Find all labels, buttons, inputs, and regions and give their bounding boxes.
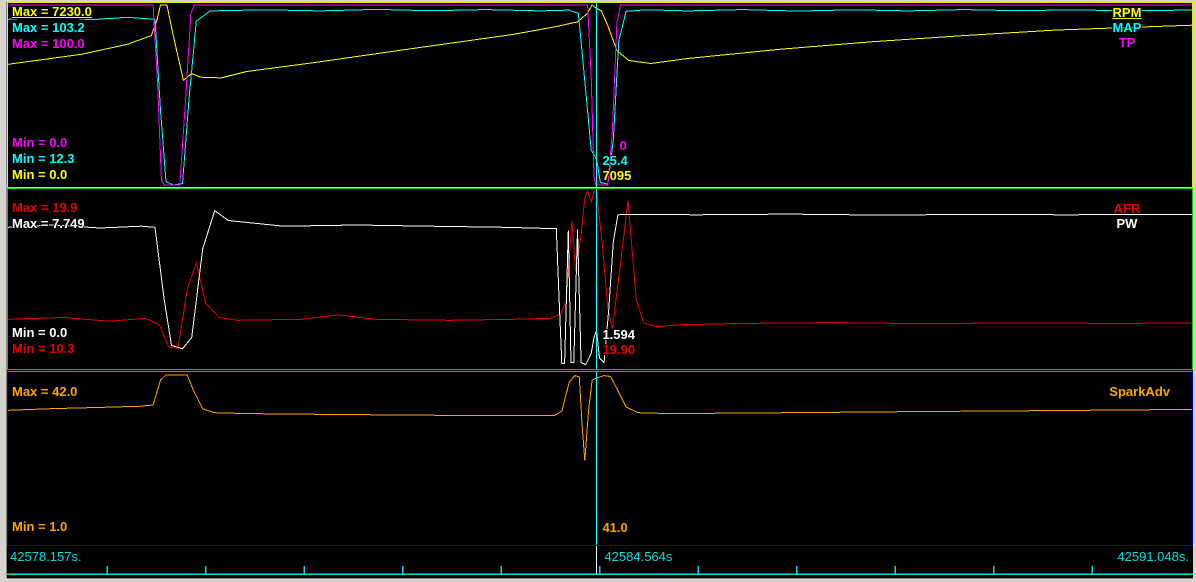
fuel-trace-canvas[interactable] xyxy=(8,189,1192,369)
min-label-min-0.0: Min = 0.0 xyxy=(12,325,68,340)
min-label-min-1.0: Min = 1.0 xyxy=(12,519,68,534)
time-start-label: 42578.157s. xyxy=(10,549,82,564)
cursor-value-1.594: 1.594 xyxy=(602,327,635,342)
min-label-min-0.0: Min = 0.0 xyxy=(12,167,68,182)
legend-item-sparkadv[interactable]: SparkAdv xyxy=(1109,384,1170,399)
trace-pw xyxy=(8,209,1192,366)
max-label-max-100.0: Max = 100.0 xyxy=(12,36,85,51)
time-axis-canvas xyxy=(7,546,1193,575)
cursor-value-41.0: 41.0 xyxy=(602,520,628,535)
legend-item-afr[interactable]: AFR xyxy=(1104,201,1150,216)
max-label-max-7230.0: Max = 7230.0 xyxy=(12,4,92,19)
pane-fuel-max-labels: Max = 19.9 Max = 7.749 xyxy=(12,200,85,232)
min-label-min-12.3: Min = 12.3 xyxy=(12,151,75,166)
cursor-value-7095: 7095 xyxy=(602,168,632,183)
trace-tp xyxy=(8,4,1192,186)
pane-ignition-max-labels: Max = 42.0 xyxy=(12,384,77,400)
cursor-value-19.90: 19.90 xyxy=(602,342,635,357)
pane-fuel-legend: AFR PW xyxy=(1104,201,1150,231)
min-label-min-10.3: Min = 10.3 xyxy=(12,341,75,356)
pane-engine[interactable]: Max = 7230.0 Max = 103.2 Max = 100.0 Min =… xyxy=(7,2,1193,188)
pane-fuel-min-labels: Min = 0.0 Min = 10.3 xyxy=(12,325,75,357)
max-label-max-42.0: Max = 42.0 xyxy=(12,384,78,399)
pane-ignition[interactable]: Max = 42.0 Min = 1.0 SparkAdv 41.0 xyxy=(7,371,1193,546)
trace-rpm xyxy=(8,4,1192,82)
ignition-trace-canvas[interactable] xyxy=(8,372,1192,545)
max-label-max-103.2: Max = 103.2 xyxy=(12,20,85,35)
pane-engine-max-labels: Max = 7230.0 Max = 103.2 Max = 100.0 xyxy=(12,4,92,52)
legend-item-pw[interactable]: PW xyxy=(1104,216,1150,231)
pane-ignition-cursor-values: 41.0 xyxy=(602,520,627,535)
legend-item-rpm[interactable]: RPM xyxy=(1104,5,1150,20)
plot-area[interactable]: Max = 7230.0 Max = 103.2 Max = 100.0 Min =… xyxy=(7,2,1193,578)
cursor-value-25.4: 25.4 xyxy=(602,153,628,168)
max-label-max-7.749: Max = 7.749 xyxy=(12,216,85,231)
time-end-label: 42591.048s. xyxy=(1117,549,1189,564)
trace-sparkadv xyxy=(8,374,1192,461)
pane-ignition-legend: SparkAdv xyxy=(1109,384,1170,399)
pane-ignition-min-labels: Min = 1.0 xyxy=(12,519,67,535)
time-cursor-label: 42584.564s xyxy=(604,549,673,564)
pane-fuel-cursor-values: 1.594 19.90 xyxy=(602,327,635,357)
legend-item-tp[interactable]: TP xyxy=(1104,35,1150,50)
time-axis[interactable]: 42578.157s. 42584.564s 42591.048s. xyxy=(7,546,1193,577)
max-label-max-19.9: Max = 19.9 xyxy=(12,200,78,215)
pane-engine-legend: RPM MAP TP xyxy=(1104,5,1150,50)
legend-item-map[interactable]: MAP xyxy=(1104,20,1150,35)
pane-engine-min-labels: Min = 0.0 Min = 12.3 Min = 0.0 xyxy=(12,135,75,183)
log-viewer-window: Max = 7230.0 Max = 103.2 Max = 100.0 Min =… xyxy=(0,0,1196,582)
pane-fuel[interactable]: Max = 19.9 Max = 7.749 Min = 0.0 Min = 10.… xyxy=(7,188,1193,370)
cursor-value-0: 0 xyxy=(619,138,627,153)
min-label-min-0.0: Min = 0.0 xyxy=(12,135,68,150)
engine-trace-canvas[interactable] xyxy=(8,3,1192,187)
pane-engine-cursor-values: 0 25.4 7095 xyxy=(602,138,631,183)
